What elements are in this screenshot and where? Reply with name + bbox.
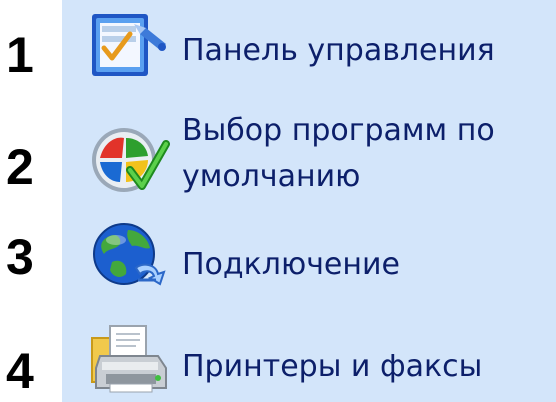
callout-number: 1: [6, 27, 34, 83]
menu-item-label-line2: умолчанию: [182, 159, 361, 194]
callout-number: 4: [6, 343, 34, 399]
menu-item-label-line1: Выбор программ по: [182, 113, 495, 148]
default-programs-icon: [86, 122, 170, 198]
printers-faxes-icon: [86, 322, 170, 398]
menu-item-printers-faxes[interactable]: 4 Принтеры и факсы: [0, 316, 556, 402]
menu-item-label: Подключение: [182, 247, 400, 282]
callout-number: 3: [6, 229, 34, 285]
menu-item-label: Выбор программ по умолчанию: [182, 108, 495, 200]
menu-item-connect-to[interactable]: 3 Подключение: [0, 218, 556, 308]
control-panel-icon: [86, 10, 170, 86]
connect-to-icon: [86, 218, 170, 294]
menu-item-label: Принтеры и факсы: [182, 349, 483, 384]
menu-item-label: Панель управления: [182, 33, 495, 68]
menu-item-control-panel[interactable]: 1 Панель управления: [0, 4, 556, 94]
callout-number: 2: [6, 139, 34, 195]
menu-item-default-programs[interactable]: 2 Выбор программ по умолчанию: [0, 108, 556, 218]
